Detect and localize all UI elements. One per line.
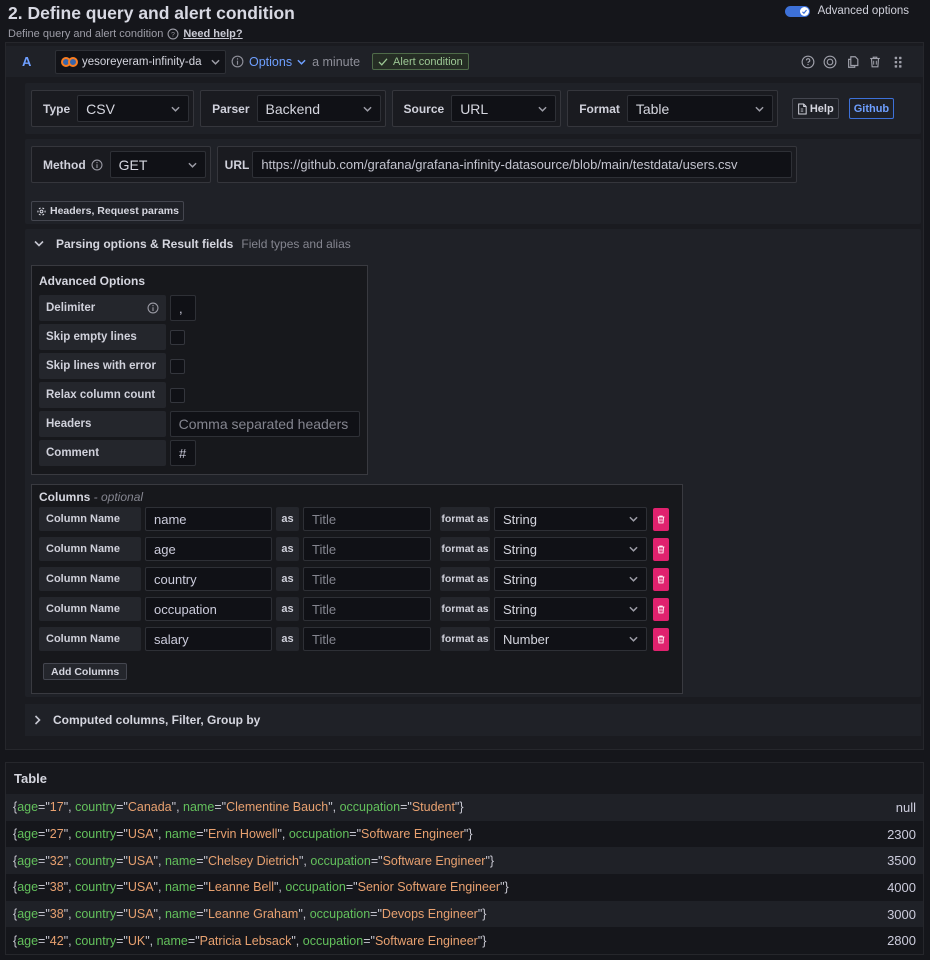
svg-text:?: ?	[171, 32, 175, 39]
